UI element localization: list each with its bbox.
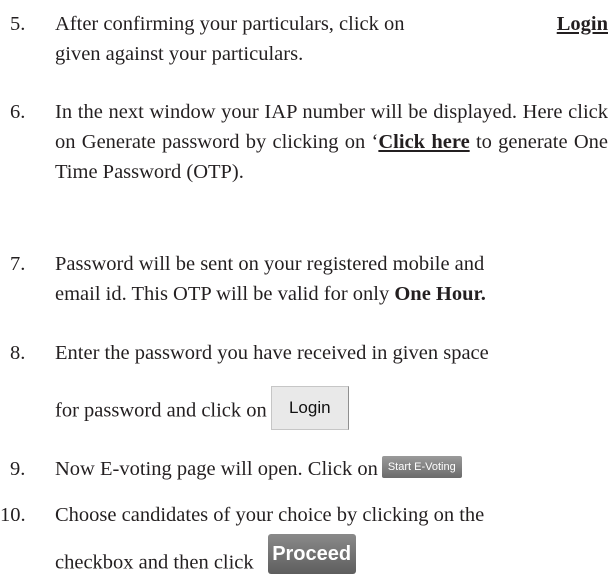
- one-hour-emphasis: One Hour.: [394, 283, 486, 305]
- step-number: 7.: [10, 253, 26, 275]
- step-text: Enter the password you have received in …: [55, 338, 608, 434]
- step-8-text-cont: for password and click on: [55, 399, 267, 422]
- step-number: 6.: [10, 101, 26, 123]
- start-evoting-button-image: Start E-Voting: [381, 456, 462, 479]
- step-8-text: Enter the password you have received in …: [55, 342, 489, 364]
- step-10-text-cont: checkbox and then click: [55, 551, 254, 574]
- step-text: Choose candidates of your choice by clic…: [55, 500, 608, 584]
- step-number: 9.: [10, 458, 26, 480]
- step-10-text: Choose candidates of your choice by clic…: [55, 504, 485, 526]
- step-text: After confirming your particulars, click…: [55, 9, 608, 69]
- step-7-text: Password will be sent on your registered…: [55, 253, 485, 275]
- login-link[interactable]: Login: [557, 9, 608, 39]
- proceed-button-image: Proceed: [267, 534, 356, 574]
- step-number: 10.: [0, 504, 26, 526]
- click-here-link[interactable]: Click here: [378, 131, 469, 153]
- step-9-text: Now E-voting page will open. Click on: [55, 458, 378, 480]
- step-7-text-cont: email id. This OTP will be valid for onl…: [55, 283, 395, 305]
- step-text: Password will be sent on your registered…: [55, 249, 608, 309]
- step-number: 5.: [10, 13, 26, 35]
- login-button-image: Login: [270, 386, 349, 430]
- step-text: Now E-voting page will open. Click on Sta…: [55, 454, 608, 484]
- step-5-text: After confirming your particulars, click…: [55, 13, 405, 35]
- step-text: In the next window your IAP number will …: [55, 97, 608, 187]
- step-number: 8.: [10, 342, 26, 364]
- step-5-text-cont: given against your particulars.: [55, 43, 304, 65]
